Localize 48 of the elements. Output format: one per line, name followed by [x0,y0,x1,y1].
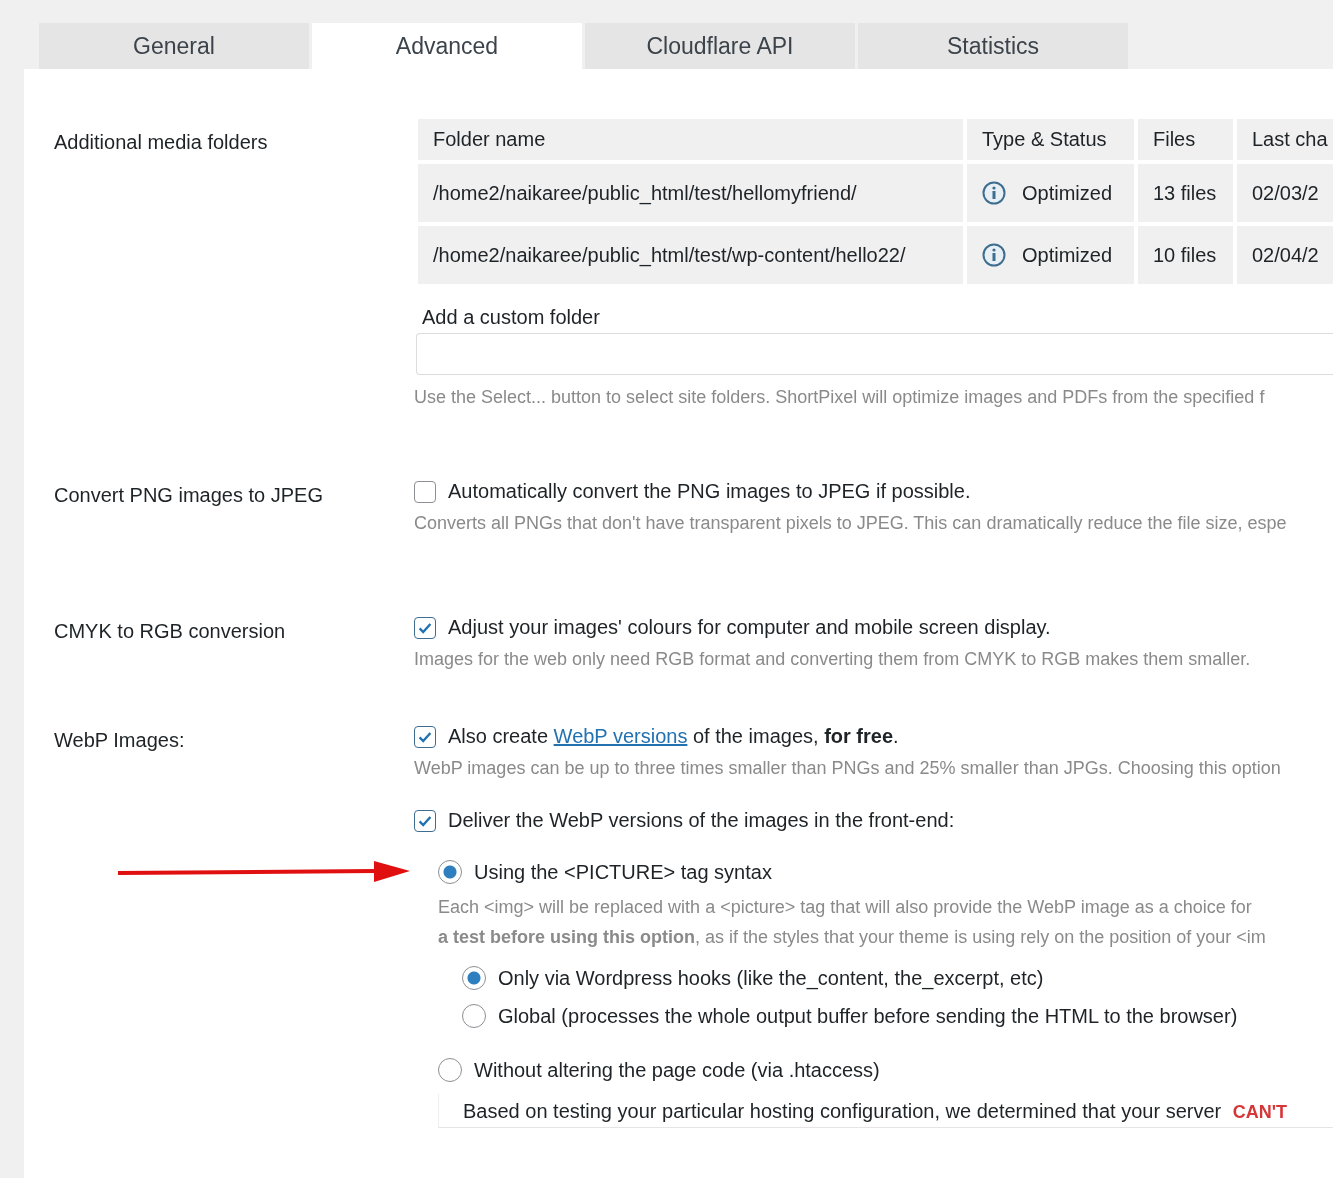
radio-button[interactable] [462,1004,486,1028]
checkbox[interactable] [414,725,436,748]
checkbox[interactable] [414,480,436,503]
description-text: a test before using this option, as if the styles that your theme is using rely on the position of your <im [438,926,1267,949]
settings-tab[interactable]: Statistics [858,23,1128,69]
option-label: Deliver the WebP versions of the images in the front-end: [448,809,955,832]
table-cell: 13 files [1138,164,1233,222]
option-label: Using the <PICTURE> tag syntax [474,860,772,884]
option-label: Adjust your images' colours for computer and mobile screen display. [448,616,1051,639]
option-label: Global (processes the whole output buffer before sending the HTML to the browser) [498,1004,1238,1028]
settings-tab[interactable]: Cloudflare API [585,23,855,69]
webp-link[interactable]: WebP versions [553,725,688,747]
checkbox[interactable] [414,809,436,832]
option-label: Without altering the page code (via .htaccess) [474,1058,880,1082]
description-text: Each <img> will be replaced with a <picture> tag that will also provide the WebP image as a choice for [438,896,1253,919]
setting-label: Additional media folders [54,130,269,154]
info-icon[interactable] [982,181,1006,205]
settings-tab[interactable]: Advanced [312,23,582,69]
radio-button[interactable] [462,966,486,990]
table-cell: /home2/naikaree/public_html/test/wp-content/hello22/ [418,226,963,284]
column-header: Last cha [1237,119,1333,160]
status-text: Optimized [1022,243,1113,267]
table-cell: 02/04/2 [1237,226,1333,284]
description-text: Converts all PNGs that don't have transparent pixels to JPEG. This can dramatically reduce the file size, espe [414,513,1288,534]
radio-button[interactable] [438,860,462,884]
column-header: Files [1138,119,1233,160]
description-text: Images for the web only need RGB format and converting them from CMYK to RGB makes them smaller. [414,649,1252,670]
status-text: Optimized [1022,181,1113,205]
setting-label: WebP Images: [54,728,186,752]
settings-tab[interactable]: General [39,23,309,69]
description-text: WebP images can be up to three times smaller than PNGs and 25% smaller than JPGs. Choosing this option [414,758,1282,779]
info-icon[interactable] [982,243,1006,267]
option-label: Automatically convert the PNG images to JPEG if possible. [448,480,971,503]
radio-button[interactable] [438,1058,462,1082]
checkbox[interactable] [414,616,436,639]
column-header: Folder name [418,119,963,160]
notice-text: Based on testing your particular hosting configuration, we determined that your server CAN'T [438,1094,1333,1128]
option-label: Also create WebP versions of the images, for free. [448,725,899,748]
table-cell: 10 files [1138,226,1233,284]
setting-label: Convert PNG images to JPEG [54,483,324,507]
table-cell: 02/03/2 [1237,164,1333,222]
table-cell: /home2/naikaree/public_html/test/hellomyfriend/ [418,164,963,222]
column-header: Type & Status [967,119,1134,160]
description-text: Use the Select... button to select site folders. ShortPixel will optimize images and PDFs from the specified f [414,387,1266,408]
field-label: Add a custom folder [422,306,601,329]
folder-input-field[interactable] [416,333,1333,375]
option-label: Only via Wordpress hooks (like the_content, the_excerpt, etc) [498,966,1044,990]
setting-label: CMYK to RGB conversion [54,619,287,643]
